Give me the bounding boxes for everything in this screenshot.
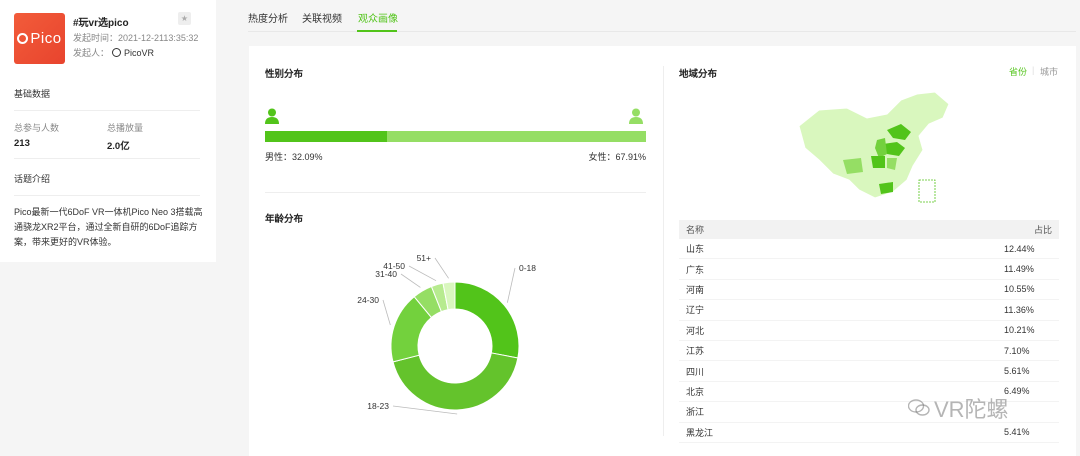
region-percent: 11.49% <box>1004 264 1034 275</box>
donut-label: 51+ <box>417 253 431 263</box>
divider <box>14 195 200 196</box>
watermark: VR陀螺 <box>908 392 1009 424</box>
female-percentage: 女性：67.91% <box>588 152 646 162</box>
toggle-province[interactable]: 省份 <box>1009 65 1027 78</box>
age-title: 年龄分布 <box>265 214 304 225</box>
donut-label: 18-23 <box>367 401 389 411</box>
tab-audience-profile[interactable]: 观众画像 <box>358 10 398 25</box>
topic-author: 发起人： PicoVR <box>73 46 154 59</box>
donut-slice-18-23[interactable] <box>392 352 519 411</box>
table-row: 河北 10.21% <box>679 321 1059 341</box>
region-percent: 11.36% <box>1004 304 1034 315</box>
region-percent: 10.21% <box>1004 325 1035 336</box>
gender-bar <box>265 131 646 142</box>
age-donut-chart: 0-1818-2324-3031-4041-5051+ <box>357 253 536 415</box>
region-title: 地域分布 <box>679 69 718 80</box>
region-name: 黑龙江 <box>686 427 714 438</box>
time-value: 2021-12-2113:35:32 <box>118 33 199 43</box>
donut-leader-line <box>382 299 391 326</box>
region-percent: 10.55% <box>1004 284 1035 295</box>
plays-label: 总播放量 <box>107 123 144 133</box>
donut-label: 41-50 <box>383 261 405 271</box>
time-label: 发起时间： <box>73 33 119 43</box>
intro-title: 话题介绍 <box>14 174 51 184</box>
logo-text: Pico <box>30 30 62 47</box>
divider <box>14 158 200 159</box>
topic-card: Pico #玩vr选pico ★ 发起时间：2021-12-2113:35:32… <box>0 0 216 262</box>
donut-leader-line <box>434 257 449 279</box>
china-region-map <box>798 91 950 203</box>
map-henan <box>871 156 885 168</box>
region-percent: 12.44% <box>1004 243 1035 254</box>
table-row: 辽宁 11.36% <box>679 300 1059 321</box>
table-row: 四川 5.61% <box>679 361 1059 382</box>
donut-leader-line <box>408 265 437 282</box>
male-percentage: 男性：32.09% <box>265 152 323 162</box>
plays-value: 2.0亿 <box>107 141 130 152</box>
column-name-header: 名称 <box>686 225 705 235</box>
region-name: 山东 <box>686 244 705 255</box>
basic-data-title: 基础数据 <box>14 89 51 99</box>
author-avatar-icon <box>112 48 122 57</box>
male-person-icon <box>265 108 279 124</box>
map-south-china-sea-inset <box>918 179 936 203</box>
map-guangdong <box>879 182 893 194</box>
topic-time: 发起时间：2021-12-2113:35:32 <box>73 31 198 44</box>
watermark-text: VR陀螺 <box>934 397 1009 422</box>
table-row: 河南 10.55% <box>679 280 1059 301</box>
author-name[interactable]: PicoVR <box>124 48 154 58</box>
region-percent: 5.41% <box>1004 427 1030 438</box>
region-name: 四川 <box>686 366 705 377</box>
column-percent-header: 占比 <box>1033 225 1052 235</box>
active-tab-indicator <box>357 30 397 32</box>
table-row: 山东 12.44% <box>679 239 1059 260</box>
pico-logo: Pico <box>14 13 65 64</box>
region-percent: 6.49% <box>1004 386 1030 397</box>
toggle-city[interactable]: 城市 <box>1040 65 1058 78</box>
gender-bar-male <box>265 131 388 142</box>
region-percent: 5.61% <box>1004 366 1030 377</box>
region-name: 河南 <box>686 284 705 295</box>
participants-value: 213 <box>14 138 30 149</box>
region-name: 北京 <box>686 386 705 397</box>
wechat-icon <box>908 399 930 416</box>
region-name: 广东 <box>686 264 705 275</box>
favorite-star-icon[interactable]: ★ <box>178 12 191 25</box>
table-row: 广东 11.49% <box>679 259 1059 280</box>
map-mainland <box>798 91 950 199</box>
divider <box>265 192 646 193</box>
region-name: 江苏 <box>686 346 705 357</box>
tab-related-videos[interactable]: 关联视频 <box>302 10 342 25</box>
donut-label: 0-18 <box>519 263 536 273</box>
pico-ring-icon <box>17 33 29 44</box>
region-name: 辽宁 <box>686 305 705 316</box>
table-row: 江苏 7.10% <box>679 341 1059 362</box>
donut-label: 24-30 <box>357 295 379 305</box>
region-name: 河北 <box>686 325 705 336</box>
vertical-divider <box>663 66 664 436</box>
region-name: 浙江 <box>686 407 705 418</box>
donut-leader-line <box>507 267 516 303</box>
tab-heat-analysis[interactable]: 热度分析 <box>248 10 288 25</box>
author-label: 发起人： <box>73 48 110 58</box>
tab-bar: 热度分析 关联视频 观众画像 <box>248 0 1076 32</box>
participants-label: 总参与人数 <box>14 123 60 133</box>
divider <box>14 110 200 111</box>
female-person-icon <box>629 108 643 124</box>
gender-title: 性别分布 <box>265 69 304 80</box>
region-percent: 7.10% <box>1004 345 1030 356</box>
intro-text: Pico最新一代6DoF VR一体机Pico Neo 3搭载高通骁龙XR2平台，… <box>14 207 203 247</box>
donut-leader-line <box>400 273 421 288</box>
toggle-separator: | <box>1032 65 1035 75</box>
table-row: 黑龙江 5.41% <box>679 423 1059 443</box>
topic-title: #玩vr选pico <box>73 18 129 29</box>
region-table-header: 名称 占比 <box>679 220 1059 239</box>
